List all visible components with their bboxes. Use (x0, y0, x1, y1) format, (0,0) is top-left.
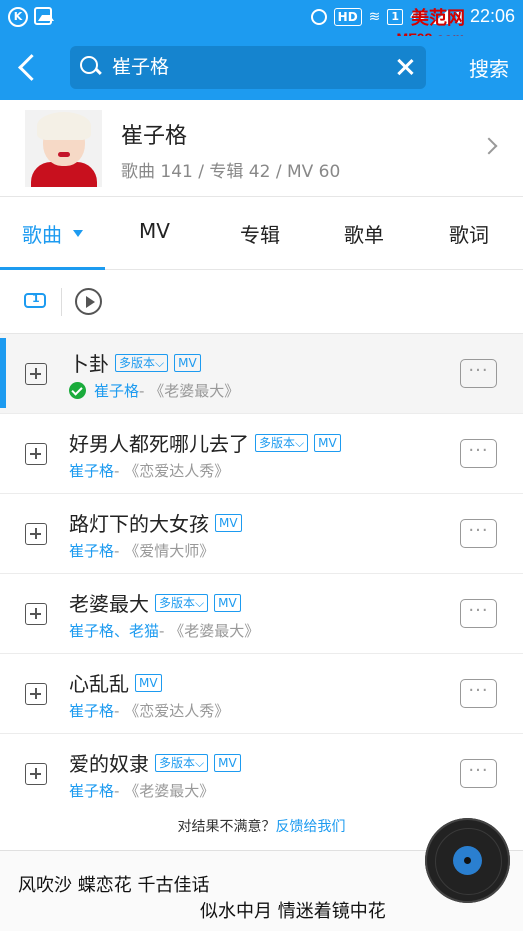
artist-avatar (25, 110, 102, 187)
list-item[interactable]: 心乱乱 MV 崔子格 - 《恋爱达人秀》 ··· (0, 654, 523, 734)
wifi-icon: ≋ (368, 8, 381, 25)
add-icon[interactable] (25, 763, 47, 785)
list-item[interactable]: 好男人都死哪儿去了 多版本⌵ MV 崔子格 - 《恋爱达人秀》 ··· (0, 414, 523, 494)
more-options-button[interactable]: ··· (460, 519, 497, 548)
feedback-prompt: 对结果不满意？ (177, 819, 276, 835)
watermark-logo: 美范网 (411, 8, 465, 29)
list-item[interactable]: 老婆最大 多版本⌵ MV 崔子格、老猫 - 《老婆最大》 ··· (0, 574, 523, 654)
song-artist[interactable]: 崔子格 (69, 700, 114, 721)
song-album: - 《恋爱达人秀》 (114, 462, 230, 480)
song-title: 卜卦 (69, 352, 109, 376)
song-title: 心乱乱 (69, 672, 129, 696)
check-circle-icon (69, 382, 86, 399)
play-all-icon[interactable] (75, 288, 102, 315)
search-header: 崔子格 搜索 (0, 36, 523, 100)
clock: 22:06 (469, 6, 515, 26)
artist-stats: 歌曲 141 / 专辑 42 / MV 60 (121, 162, 341, 182)
caret-down-icon[interactable] (73, 230, 83, 237)
multi-version-badge[interactable]: 多版本⌵ (155, 593, 209, 612)
song-title: 好男人都死哪儿去了 (69, 432, 249, 456)
divider (61, 288, 62, 316)
song-artist[interactable]: 崔子格 (94, 380, 139, 401)
vinyl-disc-icon[interactable] (425, 818, 510, 903)
song-album: - 《老婆最大》 (159, 622, 260, 640)
add-icon[interactable] (25, 443, 47, 465)
lyric-line-2: 似水中月 情迷着镜中花 (200, 901, 386, 922)
mv-badge[interactable]: MV (314, 433, 341, 452)
search-input[interactable]: 崔子格 (112, 46, 382, 89)
mv-badge[interactable]: MV (215, 513, 242, 532)
song-album: - 《老婆最大》 (114, 782, 215, 800)
tab-lyrics[interactable]: 歌词 (449, 219, 489, 248)
back-button[interactable] (12, 50, 48, 86)
tab-mv[interactable]: MV (139, 219, 170, 243)
song-artist[interactable]: 崔子格 (69, 540, 114, 561)
more-options-button[interactable]: ··· (460, 679, 497, 708)
artist-name: 崔子格 (121, 124, 188, 149)
repeat-one-icon[interactable]: 1 (24, 290, 48, 312)
song-artist[interactable]: 崔子格 (69, 460, 114, 481)
add-icon[interactable] (25, 523, 47, 545)
list-item[interactable]: 卜卦 多版本⌵ MV 崔子格 - 《老婆最大》 ··· (0, 334, 523, 414)
song-list: 卜卦 多版本⌵ MV 崔子格 - 《老婆最大》 ··· 好男人都死哪儿去了 多版… (0, 334, 523, 814)
add-icon[interactable] (25, 363, 47, 385)
sim-badge: 1 (387, 8, 404, 25)
search-button[interactable]: 搜索 (469, 53, 509, 82)
song-artist[interactable]: 崔子格 (69, 780, 114, 801)
clear-icon[interactable] (394, 56, 416, 78)
mv-badge[interactable]: MV (214, 593, 241, 612)
mv-badge[interactable]: MV (135, 673, 162, 692)
list-toolbar: 1 (0, 270, 523, 334)
song-title: 路灯下的大女孩 (69, 512, 209, 536)
song-album: - 《老婆最大》 (139, 382, 240, 400)
tab-albums[interactable]: 专辑 (240, 219, 280, 248)
app-k-icon: K (8, 7, 28, 27)
song-title: 爱的奴隶 (69, 752, 149, 776)
mv-badge[interactable]: MV (174, 353, 201, 372)
tab-playlists[interactable]: 歌单 (344, 219, 384, 248)
status-left: K (8, 7, 54, 27)
search-box[interactable]: 崔子格 (70, 46, 426, 89)
multi-version-badge[interactable]: 多版本⌵ (155, 753, 209, 772)
more-options-button[interactable]: ··· (460, 359, 497, 388)
song-album: - 《爱情大师》 (114, 542, 215, 560)
song-artist[interactable]: 崔子格、老猫 (69, 620, 159, 641)
more-options-button[interactable]: ··· (460, 439, 497, 468)
result-tabs: 歌曲 MV 专辑 歌单 歌词 (0, 197, 523, 270)
song-title: 老婆最大 (69, 592, 149, 616)
artist-card[interactable]: 崔子格 歌曲 141 / 专辑 42 / MV 60 (0, 100, 523, 197)
multi-version-badge[interactable]: 多版本⌵ (255, 433, 309, 452)
more-options-button[interactable]: ··· (460, 759, 497, 788)
search-icon (80, 56, 102, 78)
mv-badge[interactable]: MV (214, 753, 241, 772)
chevron-right-icon[interactable] (480, 137, 498, 155)
more-options-button[interactable]: ··· (460, 599, 497, 628)
tab-songs[interactable]: 歌曲 (22, 219, 62, 248)
gallery-icon (34, 7, 54, 25)
add-icon[interactable] (25, 683, 47, 705)
alarm-icon (310, 8, 327, 25)
song-album: - 《恋爱达人秀》 (114, 702, 230, 720)
hd-badge: HD (333, 7, 362, 26)
feedback-link[interactable]: 反馈给我们 (276, 819, 346, 835)
list-item[interactable]: 爱的奴隶 多版本⌵ MV 崔子格 - 《老婆最大》 ··· (0, 734, 523, 814)
add-icon[interactable] (25, 603, 47, 625)
list-item[interactable]: 路灯下的大女孩 MV 崔子格 - 《爱情大师》 ··· (0, 494, 523, 574)
lyric-line-1: 风吹沙 蝶恋花 千古佳话 (18, 875, 210, 896)
multi-version-badge[interactable]: 多版本⌵ (115, 353, 169, 372)
